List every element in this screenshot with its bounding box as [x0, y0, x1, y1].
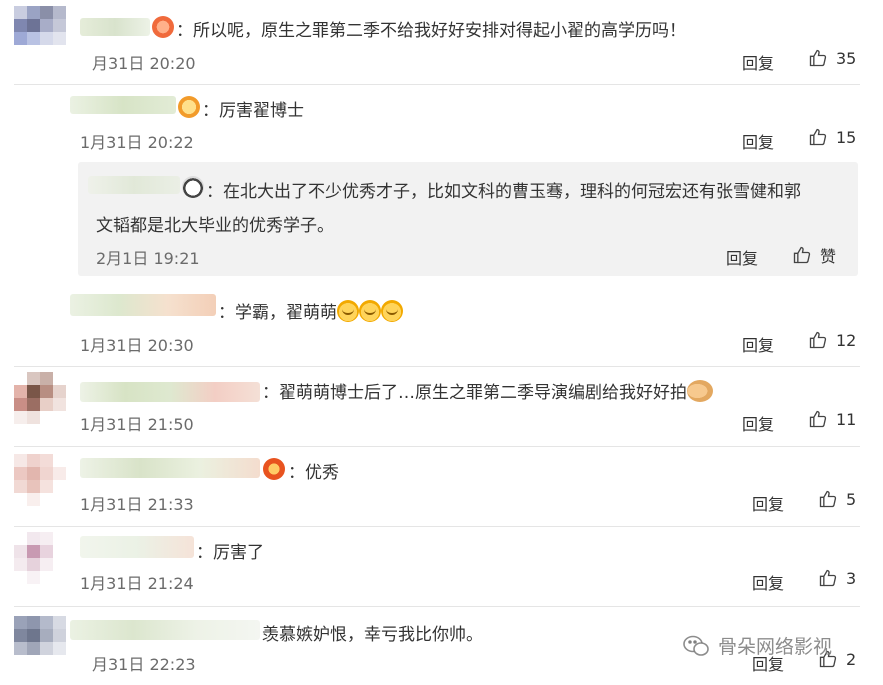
username[interactable] — [80, 382, 260, 402]
comment-text: ：厉害翟博士 — [202, 101, 304, 121]
divider — [14, 606, 860, 607]
like-count: 3 — [846, 568, 857, 588]
thumbs-up-icon — [793, 246, 811, 264]
username[interactable] — [70, 620, 260, 640]
thumbs-up-icon — [809, 49, 827, 67]
comment-time: 1月31日 21:24 — [80, 574, 194, 593]
avatar[interactable] — [14, 454, 66, 506]
like-count: 12 — [836, 330, 857, 350]
comment-text: ：学霸，翟萌萌 — [218, 298, 403, 323]
like-button[interactable]: 15 — [808, 127, 856, 147]
like-button[interactable]: 赞 — [792, 243, 836, 267]
like-button[interactable]: 35 — [808, 48, 856, 68]
like-button[interactable]: 3 — [818, 568, 856, 588]
like-count: 35 — [836, 48, 857, 68]
divider — [14, 84, 860, 85]
lantern-badge-icon — [263, 458, 285, 480]
like-count: 11 — [836, 409, 857, 429]
crown-badge-icon — [178, 96, 200, 118]
comment-text: ：厉害了 — [196, 543, 264, 563]
comment-time: 月31日 22:23 — [92, 655, 196, 674]
thumbs-up-icon — [809, 331, 827, 349]
like-button[interactable]: 5 — [818, 489, 856, 509]
like-label: 赞 — [820, 247, 837, 266]
username[interactable] — [80, 536, 194, 558]
thumbs-up-icon — [819, 569, 837, 587]
comment-time: 月31日 20:20 — [92, 54, 196, 73]
smile-emoji-icon — [359, 300, 381, 322]
smile-emoji-icon — [381, 300, 403, 322]
username[interactable] — [80, 458, 260, 478]
like-button[interactable]: 12 — [808, 330, 856, 350]
comment-text-body: ：学霸，翟萌萌 — [218, 303, 337, 323]
comment-text: ：优秀 — [288, 463, 339, 483]
reply-button[interactable]: 回复 — [726, 245, 758, 269]
muscle-emoji-icon — [687, 380, 713, 402]
like-count: 2 — [846, 649, 857, 669]
watermark-text: 骨朵网络影视 — [718, 636, 833, 658]
user-badge-icon — [152, 16, 174, 38]
like-count: 5 — [846, 489, 857, 509]
avatar[interactable] — [14, 532, 66, 584]
comment-time: 1月31日 21:50 — [80, 415, 194, 434]
username[interactable] — [88, 176, 180, 194]
divider — [14, 526, 860, 527]
comment-time: 1月31日 21:33 — [80, 495, 194, 514]
reply-button[interactable]: 回复 — [742, 411, 774, 435]
avatar[interactable] — [14, 372, 66, 424]
reply-button[interactable]: 回复 — [752, 570, 784, 594]
reply-button[interactable]: 回复 — [742, 50, 774, 74]
comment-time: 2月1日 19:21 — [96, 249, 200, 268]
divider — [14, 366, 860, 367]
thumbs-up-icon — [819, 490, 837, 508]
watermark: 骨朵网络影视 — [682, 632, 832, 659]
comment-text-line2: 文韬都是北大毕业的优秀学子。 — [96, 216, 334, 236]
smile-emoji-icon — [337, 300, 359, 322]
like-button[interactable]: 11 — [808, 409, 856, 429]
comment-text: ：翟萌萌博士后了…原生之罪第二季导演编剧给我好好拍 — [262, 378, 713, 403]
avatar[interactable] — [14, 6, 66, 58]
comment-text: ：在北大出了不少优秀才子，比如文科的曹玉骞，理科的何冠宏还有张雪健和郭 — [206, 182, 801, 202]
avatar[interactable] — [14, 616, 66, 668]
thumbs-up-icon — [809, 410, 827, 428]
comment-text-body: ：翟萌萌博士后了…原生之罪第二季导演编剧给我好好拍 — [262, 383, 687, 403]
panda-badge-icon — [182, 176, 204, 198]
username[interactable] — [80, 18, 150, 36]
comment-text: ：所以呢，原生之罪第二季不给我好好安排对得起小翟的高学历吗！ — [176, 21, 686, 41]
username[interactable] — [70, 294, 216, 316]
thumbs-up-icon — [809, 128, 827, 146]
reply-button[interactable]: 回复 — [742, 332, 774, 356]
comment-time: 1月31日 20:30 — [80, 336, 194, 355]
username[interactable] — [70, 96, 176, 114]
comment-text: 羡慕嫉妒恨，幸亏我比你帅。 — [262, 625, 483, 645]
comment-time: 1月31日 20:22 — [80, 133, 194, 152]
wechat-icon — [683, 635, 709, 656]
reply-button[interactable]: 回复 — [742, 129, 774, 153]
divider — [14, 446, 860, 447]
reply-button[interactable]: 回复 — [752, 491, 784, 515]
like-count: 15 — [836, 127, 857, 147]
